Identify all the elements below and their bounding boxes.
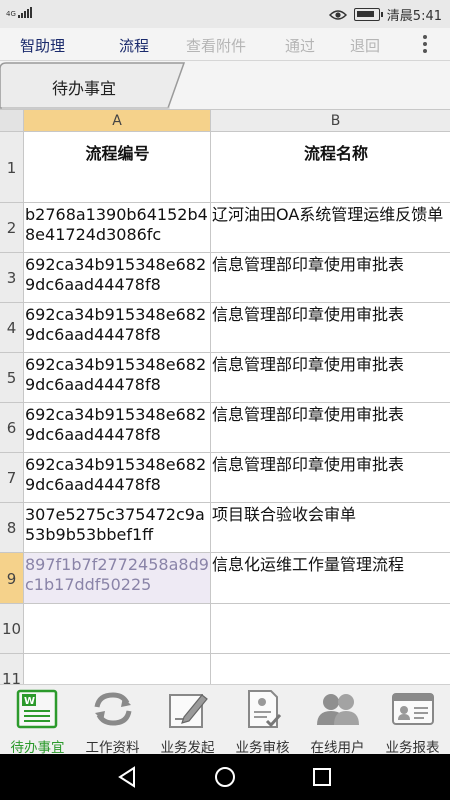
- select-all-corner[interactable]: [0, 110, 24, 132]
- process-name-cell[interactable]: 信息管理部印章使用审批表: [211, 453, 450, 503]
- row-header[interactable]: 3: [0, 253, 24, 303]
- row-number: 7: [6, 469, 17, 487]
- process-id-cell[interactable]: 692ca34b915348e6829dc6aad44478f8: [24, 453, 211, 503]
- column-title-cell[interactable]: 流程名称: [211, 132, 450, 203]
- status-bar: 4G 清晨5:41: [0, 0, 450, 28]
- back-icon[interactable]: [116, 765, 138, 789]
- process-name-cell[interactable]: 信息化运维工作量管理流程: [211, 553, 450, 604]
- eye-comfort-icon: [328, 9, 347, 20]
- process-name-cell[interactable]: 信息管理部印章使用审批表: [211, 353, 450, 403]
- recent-apps-icon[interactable]: [311, 765, 333, 789]
- review-document-check-icon: [248, 690, 282, 728]
- row-header[interactable]: 1: [0, 132, 24, 203]
- system-navigation-bar: [0, 754, 450, 800]
- process-name-cell[interactable]: 信息管理部印章使用审批表: [211, 303, 450, 353]
- column-header-b[interactable]: B: [211, 110, 450, 132]
- process-button[interactable]: 流程: [119, 35, 149, 56]
- column-title-cell[interactable]: 流程编号: [24, 132, 211, 203]
- process-id-cell[interactable]: [24, 654, 211, 684]
- nav-start-business[interactable]: 业务发起: [150, 685, 225, 756]
- todo-document-icon: W: [16, 689, 58, 729]
- nav-label: 业务审核: [235, 740, 290, 756]
- edit-pencil-icon: [169, 694, 208, 728]
- row-header[interactable]: 8: [0, 503, 24, 553]
- process-name-cell[interactable]: 信息管理部印章使用审批表: [211, 403, 450, 453]
- nav-label: 待办事宜: [10, 740, 65, 756]
- process-name-cell[interactable]: 信息管理部印章使用审批表: [211, 253, 450, 303]
- row-header[interactable]: 6: [0, 403, 24, 453]
- process-id-cell[interactable]: b2768a1390b64152b48e41724d3086fc: [24, 203, 211, 253]
- row-number: 11: [1, 670, 22, 684]
- row-header[interactable]: 11: [0, 654, 24, 684]
- users-icon: [317, 694, 359, 725]
- nav-label: 业务报表: [385, 740, 440, 756]
- process-name-cell[interactable]: [211, 654, 450, 684]
- process-id-cell[interactable]: 692ca34b915348e6829dc6aad44478f8: [24, 253, 211, 303]
- process-name-cell[interactable]: [211, 604, 450, 654]
- row-number: 5: [6, 369, 17, 387]
- sheet-tab[interactable]: 待办事宜: [0, 61, 186, 110]
- nav-business-reports[interactable]: 业务报表: [375, 685, 450, 756]
- nav-online-users[interactable]: 在线用户: [300, 685, 375, 756]
- nav-business-review[interactable]: 业务审核: [225, 685, 300, 756]
- row-header[interactable]: 10: [0, 604, 24, 654]
- row-number: 8: [6, 519, 17, 537]
- row-header[interactable]: 7: [0, 453, 24, 503]
- row-number: 4: [6, 319, 17, 337]
- spreadsheet-grid[interactable]: A B 1 流程编号 流程名称 2 b2768a1390b64152b48e41724d…: [0, 110, 450, 684]
- signal-strength-icon: [17, 6, 32, 18]
- home-icon[interactable]: [213, 765, 237, 789]
- column-header-a[interactable]: A: [24, 110, 211, 132]
- app-title-button[interactable]: 智助理: [20, 35, 65, 56]
- row-header[interactable]: 2: [0, 203, 24, 253]
- process-id-cell[interactable]: 897f1b7f2772458a8d9c1b17ddf50225: [24, 553, 211, 604]
- svg-text:W: W: [24, 696, 35, 707]
- sheet-tab-label: 待办事宜: [52, 79, 117, 98]
- bottom-navigation: W 待办事宜 工作资料 业务发起 业务审核 在线用户 业务报表: [0, 684, 450, 756]
- process-id-cell[interactable]: 692ca34b915348e6829dc6aad44478f8: [24, 303, 211, 353]
- approve-button[interactable]: 通过: [285, 35, 315, 56]
- battery-icon: [353, 8, 383, 21]
- process-id-cell[interactable]: [24, 604, 211, 654]
- process-name-cell[interactable]: 项目联合验收会审单: [211, 503, 450, 553]
- nav-label: 在线用户: [310, 740, 365, 756]
- process-id-cell[interactable]: 692ca34b915348e6829dc6aad44478f8: [24, 403, 211, 453]
- row-number: 1: [6, 158, 17, 177]
- toolbar: 智助理 流程 查看附件 通过 退回: [0, 28, 450, 61]
- process-name-cell[interactable]: 辽河油田OA系统管理运维反馈单: [211, 203, 450, 253]
- signal-group: 4G: [6, 6, 32, 18]
- return-button[interactable]: 退回: [350, 35, 380, 56]
- row-number: 3: [6, 269, 17, 287]
- overflow-menu-icon[interactable]: [422, 34, 428, 54]
- refresh-arrows-icon: [94, 692, 132, 726]
- network-type: 4G: [6, 10, 16, 18]
- row-header[interactable]: 4: [0, 303, 24, 353]
- row-number: 9: [6, 569, 17, 588]
- row-number: 10: [1, 620, 22, 638]
- view-attachment-button[interactable]: 查看附件: [186, 35, 246, 56]
- process-id-cell[interactable]: 692ca34b915348e6829dc6aad44478f8: [24, 353, 211, 403]
- id-card-report-icon: [392, 693, 434, 725]
- clock: 清晨5:41: [386, 9, 442, 24]
- process-id-cell[interactable]: 307e5275c375472c9a53b9b53bbef1ff: [24, 503, 211, 553]
- sheet-tab-strip: 待办事宜: [0, 61, 450, 110]
- row-number: 6: [6, 419, 17, 437]
- nav-label: 工作资料: [85, 740, 140, 756]
- nav-todo[interactable]: W 待办事宜: [0, 685, 75, 756]
- row-header[interactable]: 9: [0, 553, 24, 604]
- nav-work-materials[interactable]: 工作资料: [75, 685, 150, 756]
- row-number: 2: [6, 219, 17, 237]
- row-header[interactable]: 5: [0, 353, 24, 403]
- nav-label: 业务发起: [160, 740, 215, 756]
